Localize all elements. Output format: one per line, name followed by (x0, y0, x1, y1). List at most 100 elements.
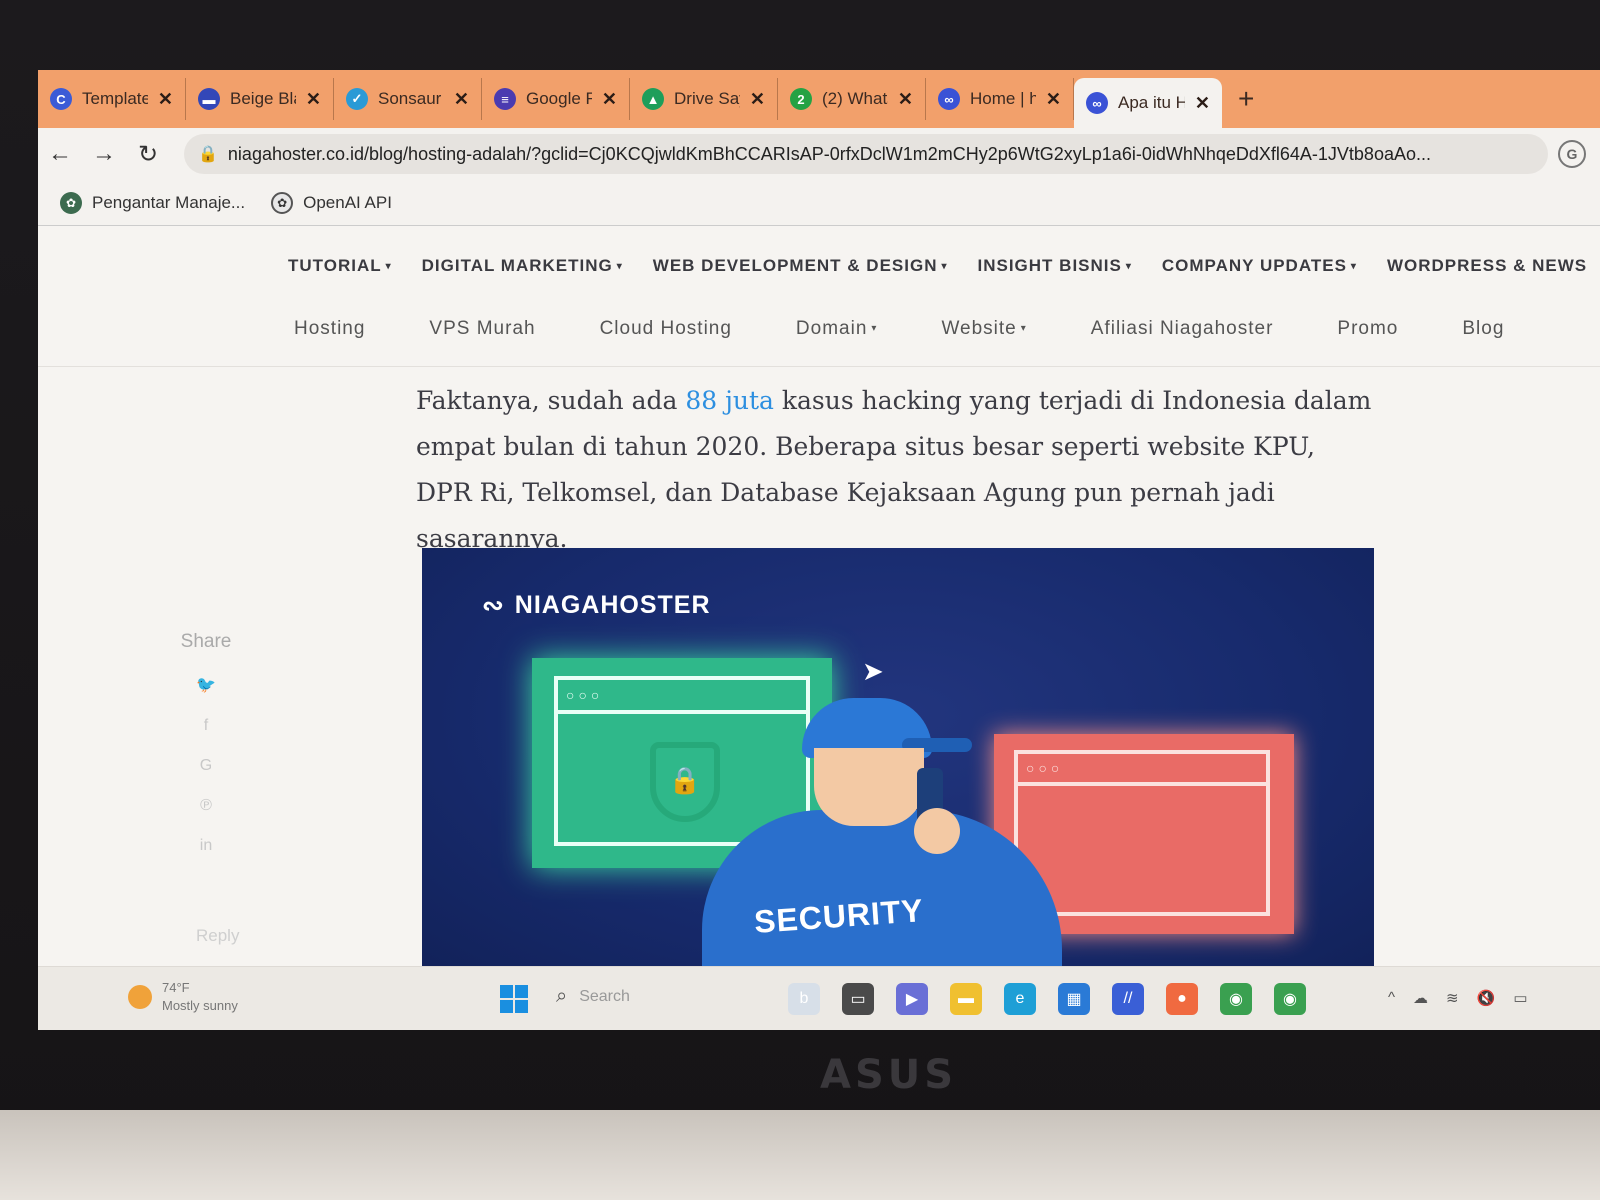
chrome-icon[interactable]: ◉ (1220, 983, 1252, 1015)
tab-strip: C Template ✕ ▬ Beige Black ✕ ✓ Sonsaur Ga ✕ ≡ Goog… (38, 70, 1600, 128)
chrome-profile-icon[interactable]: ◉ (1274, 983, 1306, 1015)
twitter-icon[interactable]: 🐦 (176, 675, 236, 695)
close-icon[interactable]: ✕ (602, 89, 617, 110)
browser-tab[interactable]: ✓ Sonsaur Ga ✕ (334, 78, 482, 120)
tab-title: Home | hPa (970, 89, 1036, 108)
cloud-icon[interactable]: ☁ (1413, 989, 1428, 1007)
primary-nav-label: WEB DEVELOPMENT & DESIGN (652, 256, 938, 275)
primary-nav-item[interactable]: TUTORIAL ▾ (288, 256, 392, 276)
browser-tab[interactable]: 2 (2) WhatsA ✕ (778, 78, 926, 120)
weather-widget[interactable]: 74°F Mostly sunny (128, 979, 238, 1015)
browser-tab[interactable]: ∞ Apa itu Hos ✕ (1074, 78, 1222, 128)
secondary-nav-item[interactable]: Blog (1462, 318, 1504, 340)
url-text[interactable]: niagahoster.co.id/blog/hosting-adalah/?g… (228, 144, 1534, 165)
browser-toolbar: ← → ↻ 🔒 niagahoster.co.id/blog/hosting-a… (38, 128, 1600, 180)
niagahoster-icon: ∞ (1086, 92, 1108, 114)
linkedin-icon[interactable]: in (176, 837, 236, 855)
primary-nav-label: DIGITAL MARKETING (421, 256, 613, 275)
chevron-down-icon: ▾ (1020, 323, 1027, 335)
primary-nav-item[interactable]: DIGITAL MARKETING ▾ (422, 256, 623, 276)
windows-start-icon[interactable] (500, 985, 528, 1013)
chevron-down-icon: ▾ (616, 261, 623, 273)
primary-nav-item[interactable]: COMPANY UPDATES ▾ (1162, 256, 1357, 276)
close-icon[interactable]: ✕ (898, 89, 913, 110)
google-lens-icon[interactable]: G (1558, 140, 1586, 168)
screen: C Template ✕ ▬ Beige Black ✕ ✓ Sonsaur Ga ✕ ≡ Goog… (38, 70, 1600, 1030)
primary-nav-item[interactable]: INSIGHT BISNIS ▾ (978, 256, 1132, 276)
secondary-nav-label: Blog (1462, 318, 1505, 339)
canva-icon: C (50, 88, 72, 110)
secondary-nav-item[interactable]: Hosting (294, 318, 365, 340)
address-bar[interactable]: 🔒 niagahoster.co.id/blog/hosting-adalah/… (184, 134, 1548, 174)
search-placeholder: Search (579, 987, 630, 1005)
chevron-up-icon[interactable]: ^ (1388, 989, 1395, 1007)
windows-taskbar: 74°F Mostly sunny ⌕ Search b ▭ ▶ ▬ e ▦ // ● ◉ ◉ ^… (38, 966, 1600, 1030)
primary-nav-item[interactable]: WORDPRESS & NEWS (1387, 256, 1587, 276)
chevron-down-icon: ▾ (1350, 261, 1357, 273)
app-icon[interactable]: // (1112, 983, 1144, 1015)
browser-tab[interactable]: ∞ Home | hPa ✕ (926, 78, 1074, 120)
openai-icon: ✿ (271, 191, 294, 214)
store-icon[interactable]: ▦ (1058, 983, 1090, 1015)
secondary-nav-item[interactable]: Website ▾ (941, 318, 1026, 340)
drive-icon: ▲ (642, 88, 664, 110)
browser-tab[interactable]: ≡ Google For ✕ (482, 78, 630, 120)
secondary-nav: Hosting VPS Murah Cloud Hosting Domain ▾ Webs… (294, 318, 1504, 340)
bing-icon[interactable]: b (788, 983, 820, 1015)
sun-icon (128, 985, 152, 1009)
share-panel: Share 🐦 f G ℗ in (176, 631, 236, 855)
secondary-nav-item[interactable]: Cloud Hosting (600, 318, 732, 340)
edge-icon[interactable]: e (1004, 983, 1036, 1015)
reload-button[interactable]: ↻ (126, 140, 170, 169)
new-tab-button[interactable]: + (1222, 83, 1270, 115)
forms-icon: ≡ (494, 88, 516, 110)
chevron-down-icon: ▾ (941, 261, 948, 273)
secondary-nav-item[interactable]: Promo (1337, 318, 1398, 340)
chevron-down-icon: ▾ (385, 261, 392, 273)
lock-icon[interactable]: 🔒 (198, 144, 218, 164)
secondary-nav-label: Cloud Hosting (599, 318, 732, 339)
secondary-nav-item[interactable]: Domain ▾ (796, 318, 878, 340)
reply-link[interactable]: Reply (196, 926, 239, 946)
nav-divider (38, 366, 1600, 367)
secondary-nav-label: Afiliasi Niagahoster (1090, 318, 1274, 339)
close-icon[interactable]: ✕ (1195, 93, 1210, 114)
file-explorer-icon[interactable]: ▬ (950, 983, 982, 1015)
google-icon[interactable]: G (176, 757, 236, 775)
brand-name: NIAGAHOSTER (514, 591, 711, 619)
firefox-icon[interactable]: ● (1166, 983, 1198, 1015)
close-icon[interactable]: ✕ (158, 89, 173, 110)
browser-tab[interactable]: ▬ Beige Black ✕ (186, 78, 334, 120)
stat-link[interactable]: 88 juta (685, 386, 774, 415)
teams-icon[interactable]: ▶ (896, 983, 928, 1015)
facebook-icon[interactable]: f (176, 717, 236, 735)
battery-icon[interactable]: ▭ (1513, 989, 1527, 1007)
forward-button[interactable]: → (82, 140, 126, 168)
close-icon[interactable]: ✕ (750, 89, 765, 110)
bookmark-openai[interactable]: ✿ OpenAI API (271, 191, 392, 214)
primary-nav-label: COMPANY UPDATES (1161, 256, 1347, 275)
tab-title: Sonsaur Ga (378, 89, 444, 108)
primary-nav-item[interactable]: WEB DEVELOPMENT & DESIGN ▾ (653, 256, 948, 276)
browser-tab[interactable]: ▲ Drive Saya ✕ (630, 78, 778, 120)
share-label: Share (180, 631, 232, 652)
taskbar-search[interactable]: ⌕ Search (556, 985, 630, 1008)
secondary-nav-item[interactable]: Afiliasi Niagahoster (1091, 318, 1274, 340)
secondary-nav-item[interactable]: VPS Murah (429, 318, 535, 340)
bookmark-pengantar[interactable]: ✿ Pengantar Manaje... (60, 191, 245, 214)
primary-nav: TUTORIAL ▾ DIGITAL MARKETING ▾ WEB DEVELOPME… (288, 256, 1587, 276)
close-icon[interactable]: ✕ (454, 89, 469, 110)
close-icon[interactable]: ✕ (306, 89, 321, 110)
secondary-nav-label: Hosting (294, 318, 366, 339)
browser-tab[interactable]: C Template ✕ (38, 78, 186, 120)
tab-title: Beige Black (230, 89, 296, 108)
primary-nav-label: WORDPRESS & NEWS (1386, 256, 1588, 275)
back-button[interactable]: ← (38, 140, 82, 168)
volume-muted-icon[interactable]: 🔇 (1477, 989, 1496, 1007)
close-icon[interactable]: ✕ (1046, 89, 1061, 110)
pinterest-icon[interactable]: ℗ (176, 797, 236, 815)
task-view-icon[interactable]: ▭ (842, 983, 874, 1015)
secondary-nav-label: Domain (795, 318, 868, 339)
wifi-icon[interactable]: ≋ (1446, 989, 1459, 1007)
whatsapp-icon: 2 (790, 88, 812, 110)
